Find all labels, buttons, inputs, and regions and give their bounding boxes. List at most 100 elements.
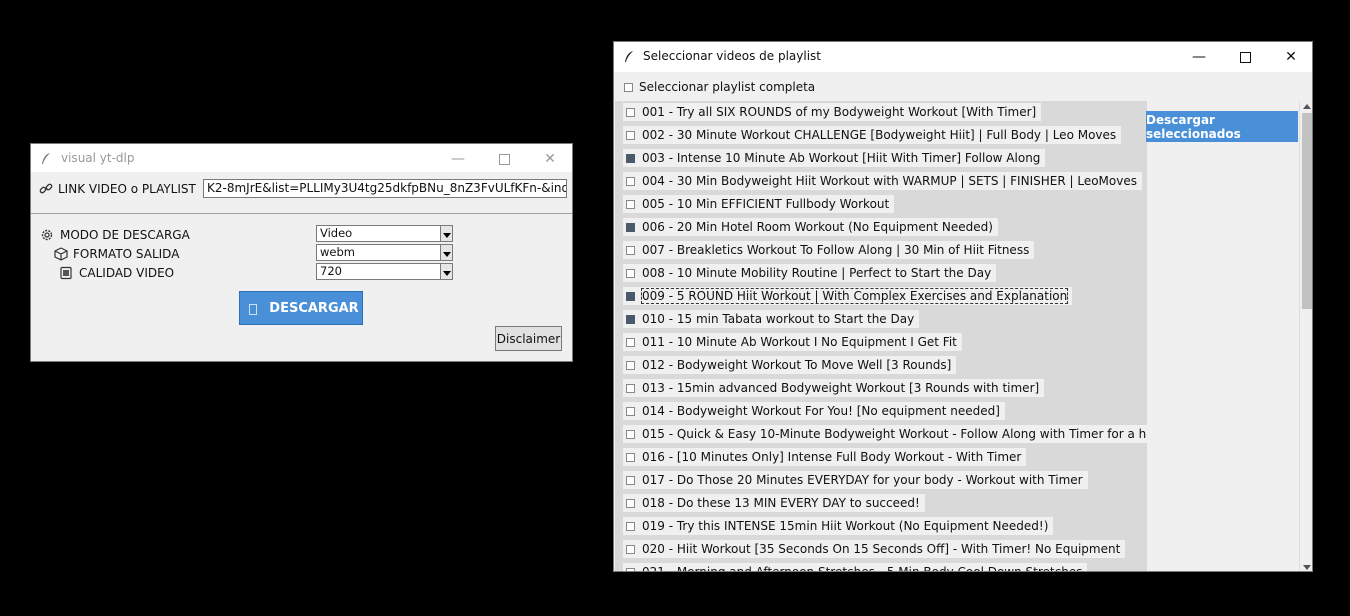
checkbox[interactable] bbox=[626, 245, 635, 255]
list-item[interactable]: 011 - 10 Minute Ab Workout I No Equipmen… bbox=[623, 333, 962, 351]
checkbox[interactable] bbox=[626, 337, 635, 347]
scrollbar[interactable] bbox=[1299, 101, 1312, 571]
list-item-label: 020 - Hiit Workout [35 Seconds On 15 Sec… bbox=[642, 542, 1121, 556]
list-item[interactable]: 012 - Bodyweight Workout To Move Well [3… bbox=[623, 356, 957, 374]
checkbox[interactable] bbox=[626, 130, 635, 140]
list-item-label: 005 - 10 Min EFFICIENT Fullbody Workout bbox=[642, 197, 890, 211]
checkbox[interactable] bbox=[626, 521, 635, 531]
list-item-label: 017 - Do Those 20 Minutes EVERYDAY for y… bbox=[642, 473, 1083, 487]
list-item-label: 006 - 20 Min Hotel Room Workout (No Equi… bbox=[642, 220, 993, 234]
scrollbar-thumb[interactable] bbox=[1302, 113, 1312, 309]
mode-value: Video bbox=[320, 226, 353, 240]
mode-select[interactable]: Video bbox=[316, 225, 453, 242]
list-item-label: 009 - 5 ROUND Hiit Workout | With Comple… bbox=[640, 288, 1069, 304]
list-item[interactable]: 013 - 15min advanced Bodyweight Workout … bbox=[623, 379, 1045, 397]
list-item-label: 021 - Morning and Afternoon Stretches - … bbox=[642, 565, 1083, 572]
list-item[interactable]: 019 - Try this INTENSE 15min Hiit Workou… bbox=[623, 517, 1054, 535]
list-item[interactable]: 015 - Quick & Easy 10-Minute Bodyweight … bbox=[623, 425, 1147, 443]
chevron-down-icon[interactable] bbox=[440, 226, 452, 241]
checkbox[interactable] bbox=[626, 475, 635, 485]
close-button[interactable]: ✕ bbox=[1268, 42, 1312, 72]
download-button[interactable]: DESCARGAR bbox=[239, 291, 363, 325]
list-item-label: 003 - Intense 10 Minute Ab Workout [Hiit… bbox=[642, 151, 1041, 165]
list-item[interactable]: 018 - Do these 13 MIN EVERY DAY to succe… bbox=[623, 494, 925, 512]
checkbox[interactable] bbox=[626, 268, 635, 278]
download-button-label: DESCARGAR bbox=[269, 300, 359, 316]
quality-select[interactable]: 720 bbox=[316, 263, 453, 280]
link-input[interactable]: K2-8mJrE&list=PLLIMy3U4tg25dkfpBNu_8nZ3F… bbox=[203, 179, 567, 198]
close-icon: ✕ bbox=[1285, 49, 1297, 65]
minimize-button[interactable]: — bbox=[1176, 42, 1222, 72]
gear-icon bbox=[41, 229, 53, 241]
list-item[interactable]: 007 - Breakletics Workout To Follow Alon… bbox=[623, 241, 1035, 259]
list-item-label: 002 - 30 Minute Workout CHALLENGE [Bodyw… bbox=[642, 128, 1117, 142]
video-list: 001 - Try all SIX ROUNDS of my Bodyweigh… bbox=[615, 101, 1147, 572]
download-selected-button[interactable]: Descargar seleccionados bbox=[1146, 111, 1298, 142]
list-item[interactable]: 008 - 10 Minute Mobility Routine | Perfe… bbox=[623, 264, 997, 282]
feather-icon bbox=[42, 153, 50, 164]
list-item[interactable]: 004 - 30 Min Bodyweight Hiit Workout wit… bbox=[623, 172, 1142, 190]
select-all-checkbox[interactable]: Seleccionar playlist completa bbox=[624, 80, 815, 94]
minimize-button[interactable]: — bbox=[435, 144, 481, 174]
list-item-label: 016 - [10 Minutes Only] Intense Full Bod… bbox=[642, 450, 1022, 464]
list-item-label: 011 - 10 Minute Ab Workout I No Equipmen… bbox=[642, 335, 957, 349]
list-item[interactable]: 016 - [10 Minutes Only] Intense Full Bod… bbox=[623, 448, 1027, 466]
checkbox[interactable] bbox=[626, 360, 635, 370]
checkbox[interactable] bbox=[626, 314, 635, 324]
minimize-icon: — bbox=[1192, 49, 1206, 65]
checkbox[interactable] bbox=[626, 429, 635, 439]
film-icon bbox=[60, 266, 72, 280]
maximize-icon bbox=[1239, 51, 1251, 63]
title-bar[interactable]: Seleccionar videos de playlist — ✕ bbox=[614, 42, 1312, 72]
list-item-label: 018 - Do these 13 MIN EVERY DAY to succe… bbox=[642, 496, 920, 510]
list-item[interactable]: 009 - 5 ROUND Hiit Workout | With Comple… bbox=[623, 287, 1073, 305]
main-window: visual yt-dlp — ✕ LINK VIDEO o PLAYLIST … bbox=[30, 143, 573, 362]
list-item[interactable]: 006 - 20 Min Hotel Room Workout (No Equi… bbox=[623, 218, 998, 236]
window-title: visual yt-dlp bbox=[61, 151, 135, 165]
checkbox[interactable] bbox=[626, 291, 635, 301]
select-all-label: Seleccionar playlist completa bbox=[639, 80, 816, 94]
checkbox[interactable] bbox=[626, 153, 635, 163]
list-item[interactable]: 001 - Try all SIX ROUNDS of my Bodyweigh… bbox=[623, 103, 1042, 121]
maximize-button[interactable] bbox=[1222, 42, 1268, 72]
checkbox[interactable] bbox=[626, 222, 635, 232]
scroll-up-icon[interactable] bbox=[1303, 104, 1311, 109]
checkbox[interactable] bbox=[626, 544, 635, 554]
list-item[interactable]: 021 - Morning and Afternoon Stretches - … bbox=[623, 563, 1088, 572]
checkbox[interactable] bbox=[626, 199, 635, 209]
chevron-down-icon[interactable] bbox=[440, 245, 452, 260]
list-item[interactable]: 017 - Do Those 20 Minutes EVERYDAY for y… bbox=[623, 471, 1088, 489]
link-label: LINK VIDEO o PLAYLIST bbox=[58, 182, 196, 196]
list-item[interactable]: 014 - Bodyweight Workout For You! [No eq… bbox=[623, 402, 1005, 420]
minimize-icon: — bbox=[451, 151, 465, 167]
maximize-icon bbox=[498, 153, 510, 165]
checkbox[interactable] bbox=[626, 383, 635, 393]
close-button[interactable]: ✕ bbox=[527, 144, 572, 174]
format-value: webm bbox=[320, 245, 355, 259]
checkbox[interactable] bbox=[626, 406, 635, 416]
mode-label: MODO DE DESCARGA bbox=[60, 228, 190, 242]
feather-icon bbox=[625, 51, 633, 62]
checkbox[interactable] bbox=[626, 567, 635, 571]
list-item[interactable]: 003 - Intense 10 Minute Ab Workout [Hiit… bbox=[623, 149, 1046, 167]
disclaimer-button[interactable]: Disclaimer bbox=[495, 326, 562, 351]
list-item-label: 010 - 15 min Tabata workout to Start the… bbox=[642, 312, 915, 326]
checkbox[interactable] bbox=[626, 176, 635, 186]
list-item[interactable]: 010 - 15 min Tabata workout to Start the… bbox=[623, 310, 920, 328]
package-icon bbox=[54, 247, 68, 261]
checkbox[interactable] bbox=[624, 82, 633, 92]
checkbox[interactable] bbox=[626, 498, 635, 508]
maximize-button[interactable] bbox=[481, 144, 527, 174]
scroll-down-icon[interactable] bbox=[1303, 565, 1311, 570]
checkbox[interactable] bbox=[626, 452, 635, 462]
format-select[interactable]: webm bbox=[316, 244, 453, 261]
title-bar[interactable]: visual yt-dlp — ✕ bbox=[31, 144, 572, 172]
checkbox[interactable] bbox=[626, 107, 635, 117]
list-item-label: 001 - Try all SIX ROUNDS of my Bodyweigh… bbox=[642, 105, 1037, 119]
list-item[interactable]: 005 - 10 Min EFFICIENT Fullbody Workout bbox=[623, 195, 895, 213]
window-title: Seleccionar videos de playlist bbox=[643, 49, 821, 63]
chevron-down-icon[interactable] bbox=[440, 264, 452, 279]
list-item[interactable]: 020 - Hiit Workout [35 Seconds On 15 Sec… bbox=[623, 540, 1126, 558]
list-item[interactable]: 002 - 30 Minute Workout CHALLENGE [Bodyw… bbox=[623, 126, 1122, 144]
playlist-window: Seleccionar videos de playlist — ✕ Selec… bbox=[613, 41, 1313, 572]
